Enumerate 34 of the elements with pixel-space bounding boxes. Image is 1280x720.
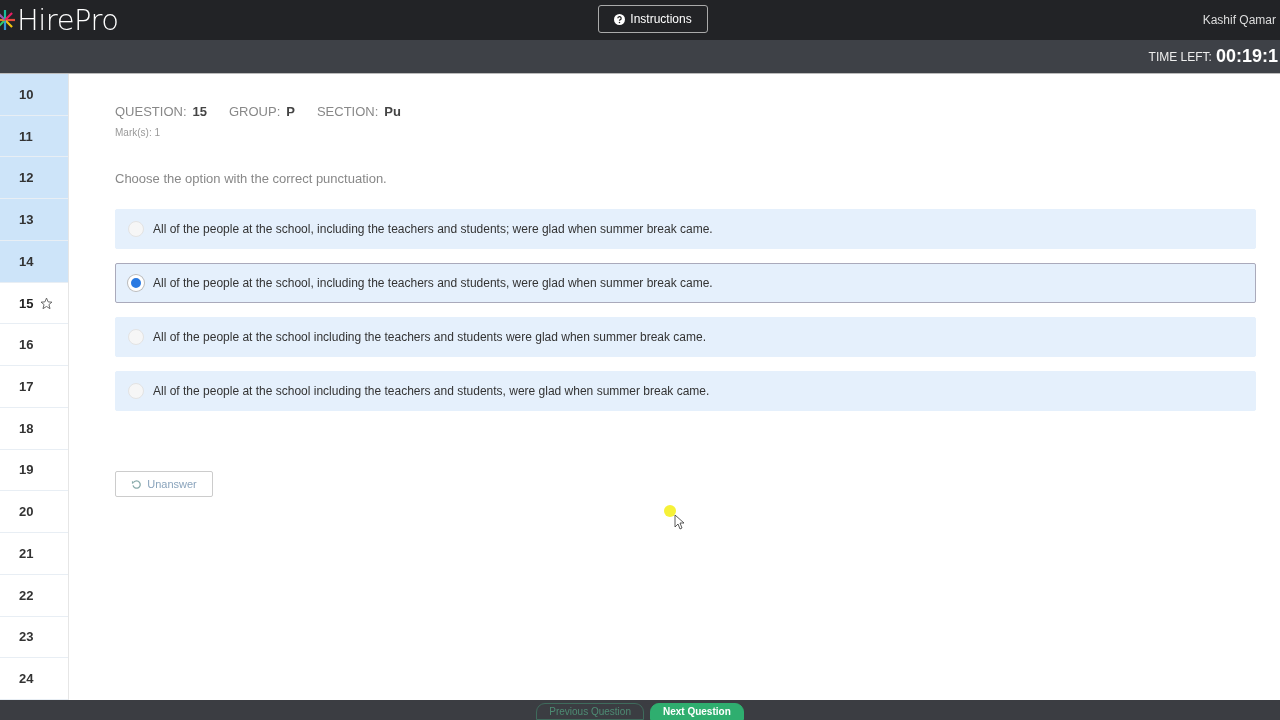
starburst-icon — [0, 9, 16, 31]
logo: HirePro — [17, 3, 119, 37]
question-number-item[interactable]: 12 — [0, 157, 68, 200]
option-text: All of the people at the school, including the teachers and students; were glad when summer break came. — [153, 222, 713, 236]
question-number-item[interactable]: 13 — [0, 199, 68, 241]
answer-option[interactable]: All of the people at the school, including the teachers and students, were glad when summer break came. — [115, 263, 1256, 303]
meta-value: 15 — [192, 104, 207, 119]
radio-button[interactable] — [128, 329, 144, 345]
meta-label: QUESTION: — [115, 104, 187, 119]
option-text: All of the people at the school including the teachers and students were glad when summer break came. — [153, 330, 706, 344]
option-text: All of the people at the school including the teachers and students, were glad when summer break came. — [153, 384, 710, 398]
question-number-item[interactable]: 11 — [0, 115, 68, 158]
timer-label: TIME LEFT: — [1148, 49, 1212, 64]
instructions-button[interactable]: Instructions — [598, 5, 708, 33]
meta-label: SECTION: — [316, 104, 379, 119]
meta-label: GROUP: — [229, 104, 281, 119]
radio-button[interactable] — [128, 383, 144, 399]
question-number-item[interactable]: 14 — [0, 240, 68, 283]
user-name: Kashif Qamar — [1202, 13, 1276, 27]
cursor-icon — [663, 504, 685, 530]
help-icon — [614, 13, 626, 25]
undo-icon — [131, 478, 143, 490]
question-text: Choose the option with the correct punctuation. — [115, 171, 388, 186]
meta-value: Pu — [384, 104, 401, 119]
option-text: All of the people at the school, including the teachers and students, were glad when summer break came. — [153, 276, 713, 290]
star-icon[interactable] — [40, 296, 54, 310]
meta-value: P — [286, 104, 295, 119]
answer-option[interactable]: All of the people at the school, including the teachers and students; were glad when summer break came. — [115, 209, 1256, 249]
answer-option[interactable]: All of the people at the school including the teachers and students were glad when summer break came. — [115, 317, 1256, 357]
answer-option[interactable]: All of the people at the school including the teachers and students, were glad when summer break came. — [115, 371, 1256, 411]
marks-text: Mark(s): 1 — [115, 127, 161, 138]
timer-value: 00:19:1 — [1215, 46, 1278, 67]
question-number-item[interactable]: 10 — [0, 74, 68, 116]
radio-button[interactable] — [128, 221, 144, 237]
